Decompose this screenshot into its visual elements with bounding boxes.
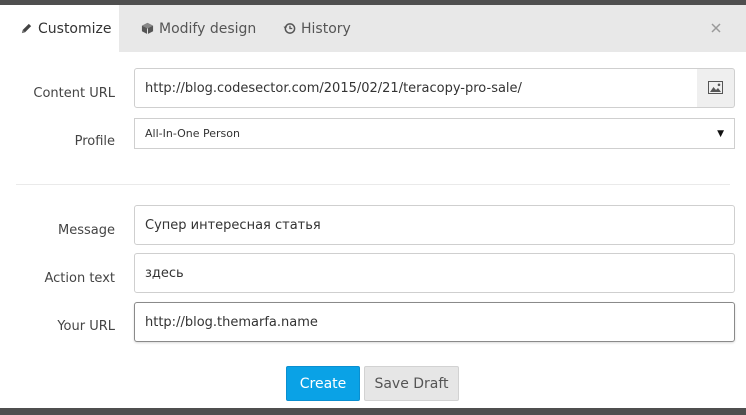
- tab-modify-design[interactable]: Modify design: [119, 5, 269, 52]
- section-divider: [16, 184, 730, 185]
- image-icon: [708, 79, 723, 98]
- create-button[interactable]: Create: [286, 366, 360, 401]
- tab-label: Modify design: [159, 20, 257, 37]
- tab-history[interactable]: History: [269, 5, 379, 52]
- profile-label: Profile: [74, 134, 115, 149]
- your-url-input[interactable]: http://blog.themarfa.name: [134, 302, 735, 342]
- profile-selected-value: All-In-One Person: [145, 127, 240, 140]
- cube-icon: [141, 22, 155, 36]
- save-draft-button[interactable]: Save Draft: [364, 366, 459, 401]
- action-text-input[interactable]: здесь: [134, 253, 735, 293]
- action-text-label: Action text: [44, 271, 115, 286]
- caret-down-icon: ▼: [717, 128, 724, 139]
- close-icon[interactable]: [708, 20, 724, 36]
- tab-label: Customize: [38, 20, 112, 37]
- tab-label: History: [301, 20, 351, 37]
- your-url-label: Your URL: [57, 319, 115, 334]
- content-url-label: Content URL: [33, 86, 115, 101]
- profile-select[interactable]: All-In-One Person ▼: [134, 118, 735, 149]
- tab-customize[interactable]: Customize: [0, 5, 119, 52]
- history-icon: [283, 22, 297, 36]
- tab-bar: Customize Modify design History: [0, 5, 746, 52]
- image-picker-button[interactable]: [697, 68, 735, 108]
- message-label: Message: [58, 223, 115, 238]
- content-url-input[interactable]: http://blog.codesector.com/2015/02/21/te…: [134, 68, 698, 108]
- pencil-icon: [20, 22, 34, 36]
- customize-dialog: Customize Modify design History Content …: [0, 5, 746, 408]
- message-input[interactable]: Супер интересная статья: [134, 205, 735, 245]
